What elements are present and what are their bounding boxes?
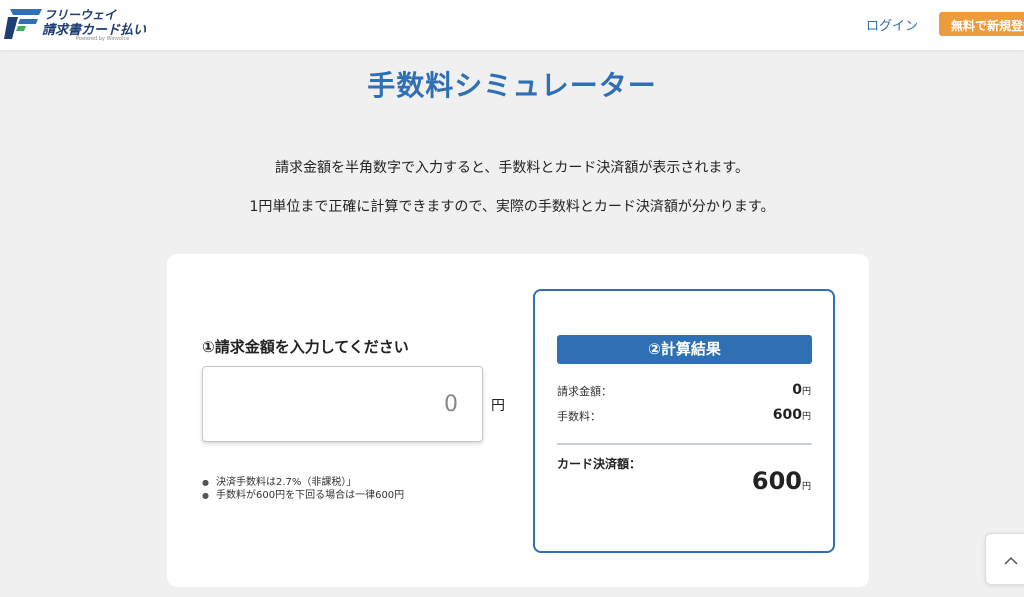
amount-unit: 円: [491, 398, 505, 414]
simulator-card: ①請求金額を入力してください 円 決済手数料は2.7%（非課税）」 手数料が60…: [167, 254, 869, 587]
amount-input-label: ①請求金額を入力してください: [202, 338, 409, 356]
page-title: 手数料シミュレーター: [367, 69, 657, 102]
result-heading: ②計算結果: [557, 335, 812, 364]
site-logo[interactable]: フリーウェイ 請求書カード払い Powered by Winvoice: [4, 5, 146, 43]
invoice-amount-label: 請求金額：: [557, 385, 612, 398]
card-payment-label: カード決済額：: [557, 457, 642, 471]
chevron-up-icon: [1004, 556, 1018, 565]
login-link[interactable]: ログイン: [866, 15, 918, 34]
result-panel: ②計算結果 請求金額： 0円 手数料： 600円 カード決済額： 600円: [533, 289, 835, 553]
freeway-logo-icon: [4, 9, 42, 39]
invoice-amount-input[interactable]: [202, 366, 483, 442]
fee-note-minimum: 手数料が600円を下回る場合は一律600円: [202, 489, 404, 502]
result-divider: [557, 443, 812, 445]
signup-button[interactable]: 無料で新規登録: [939, 12, 1024, 36]
card-payment-result: 600円: [752, 467, 811, 495]
yen-unit: 円: [801, 387, 811, 397]
fee-value: 600: [772, 407, 802, 423]
fee-notes: 決済手数料は2.7%（非課税）」 手数料が600円を下回る場合は一律600円: [202, 476, 404, 502]
description-line-2: 1円単位まで正確に計算できますので、実際の手数料とカード決済額が分かります。: [249, 199, 775, 215]
yen-unit: 円: [801, 482, 811, 492]
fee-note-rate: 決済手数料は2.7%（非課税）」: [202, 476, 404, 489]
invoice-amount-value: 0: [792, 382, 802, 398]
invoice-amount-result: 0円: [792, 382, 811, 398]
fee-label: 手数料：: [557, 410, 601, 423]
fee-result: 600円: [773, 407, 811, 423]
card-payment-value: 600: [751, 467, 802, 495]
site-header: フリーウェイ 請求書カード払い Powered by Winvoice ログイン…: [0, 0, 1024, 50]
logo-text-powered: Powered by Winvoice: [76, 36, 130, 42]
scroll-to-top-button[interactable]: [985, 533, 1024, 585]
yen-unit: 円: [801, 412, 811, 422]
description-line-1: 請求金額を半角数字で入力すると、手数料とカード決済額が表示されます。: [274, 160, 750, 176]
